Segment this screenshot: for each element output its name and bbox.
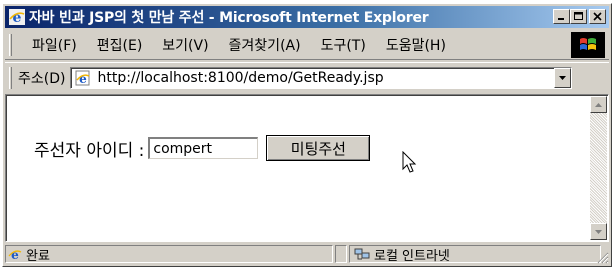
status-bar: e 완료 로컬 인트라넷	[5, 244, 609, 264]
menu-view[interactable]: 보기(V)	[152, 35, 218, 55]
address-grip[interactable]	[9, 66, 12, 89]
mouse-cursor-icon	[402, 151, 417, 173]
status-text: 완료	[26, 248, 50, 264]
menu-edit[interactable]: 편집(E)	[87, 35, 153, 55]
page-content: 주선자 아이디 : 미팅주선	[5, 94, 609, 242]
address-bar: 주소(D) e http://localhost:8100/demo/GetRe…	[5, 62, 609, 92]
submit-button[interactable]: 미팅주선	[266, 135, 371, 161]
title-bar[interactable]: e 자바 빈과 JSP의 첫 만남 주선 - Microsoft Interne…	[5, 6, 609, 28]
browser-window: e 자바 빈과 JSP의 첫 만남 주선 - Microsoft Interne…	[2, 3, 612, 267]
resize-grip-icon[interactable]	[595, 250, 609, 264]
scroll-down-button[interactable]	[590, 223, 607, 240]
status-pane-zone: 로컬 인트라넷	[349, 245, 601, 264]
intranet-icon	[354, 247, 370, 261]
menu-help[interactable]: 도움말(H)	[376, 35, 456, 55]
status-pane-small	[335, 245, 347, 263]
svg-text:e: e	[11, 248, 19, 261]
menu-tools[interactable]: 도구(T)	[311, 35, 376, 55]
zone-text: 로컬 인트라넷	[374, 248, 450, 264]
svg-text:e: e	[13, 10, 22, 25]
ie-icon: e	[9, 9, 25, 25]
address-field[interactable]: e http://localhost:8100/demo/GetReady.js…	[70, 66, 573, 89]
form-label: 주선자 아이디 :	[34, 140, 145, 161]
vertical-scrollbar[interactable]	[590, 96, 607, 240]
form-row: 주선자 아이디 : 미팅주선	[34, 135, 371, 161]
windows-logo-icon	[571, 32, 605, 58]
ie-status-icon: e	[8, 247, 22, 261]
minimize-button[interactable]	[553, 9, 570, 24]
status-pane-main: e 완료	[5, 245, 333, 264]
window-title: 자바 빈과 JSP의 첫 만남 주선 - Microsoft Internet …	[29, 10, 429, 26]
toolbar-grip[interactable]	[9, 33, 12, 56]
menu-favorites[interactable]: 즐겨찾기(A)	[219, 35, 311, 55]
svg-text:e: e	[80, 72, 88, 86]
chevron-down-icon	[559, 75, 567, 80]
id-input[interactable]	[148, 137, 259, 159]
menu-file[interactable]: 파일(F)	[18, 35, 87, 55]
scroll-up-button[interactable]	[590, 96, 607, 113]
address-url: http://localhost:8100/demo/GetReady.jsp	[97, 69, 384, 86]
chevron-down-icon	[595, 229, 602, 234]
menu-bar: 파일(F) 편집(E) 보기(V) 즐겨찾기(A) 도구(T) 도움말(H)	[5, 30, 609, 60]
page-icon: e	[75, 70, 91, 86]
address-dropdown-button[interactable]	[554, 67, 572, 88]
chevron-up-icon	[595, 102, 602, 107]
window-controls	[553, 9, 606, 24]
address-label: 주소(D)	[18, 70, 66, 87]
maximize-button[interactable]	[570, 9, 587, 24]
close-button[interactable]	[589, 9, 606, 24]
